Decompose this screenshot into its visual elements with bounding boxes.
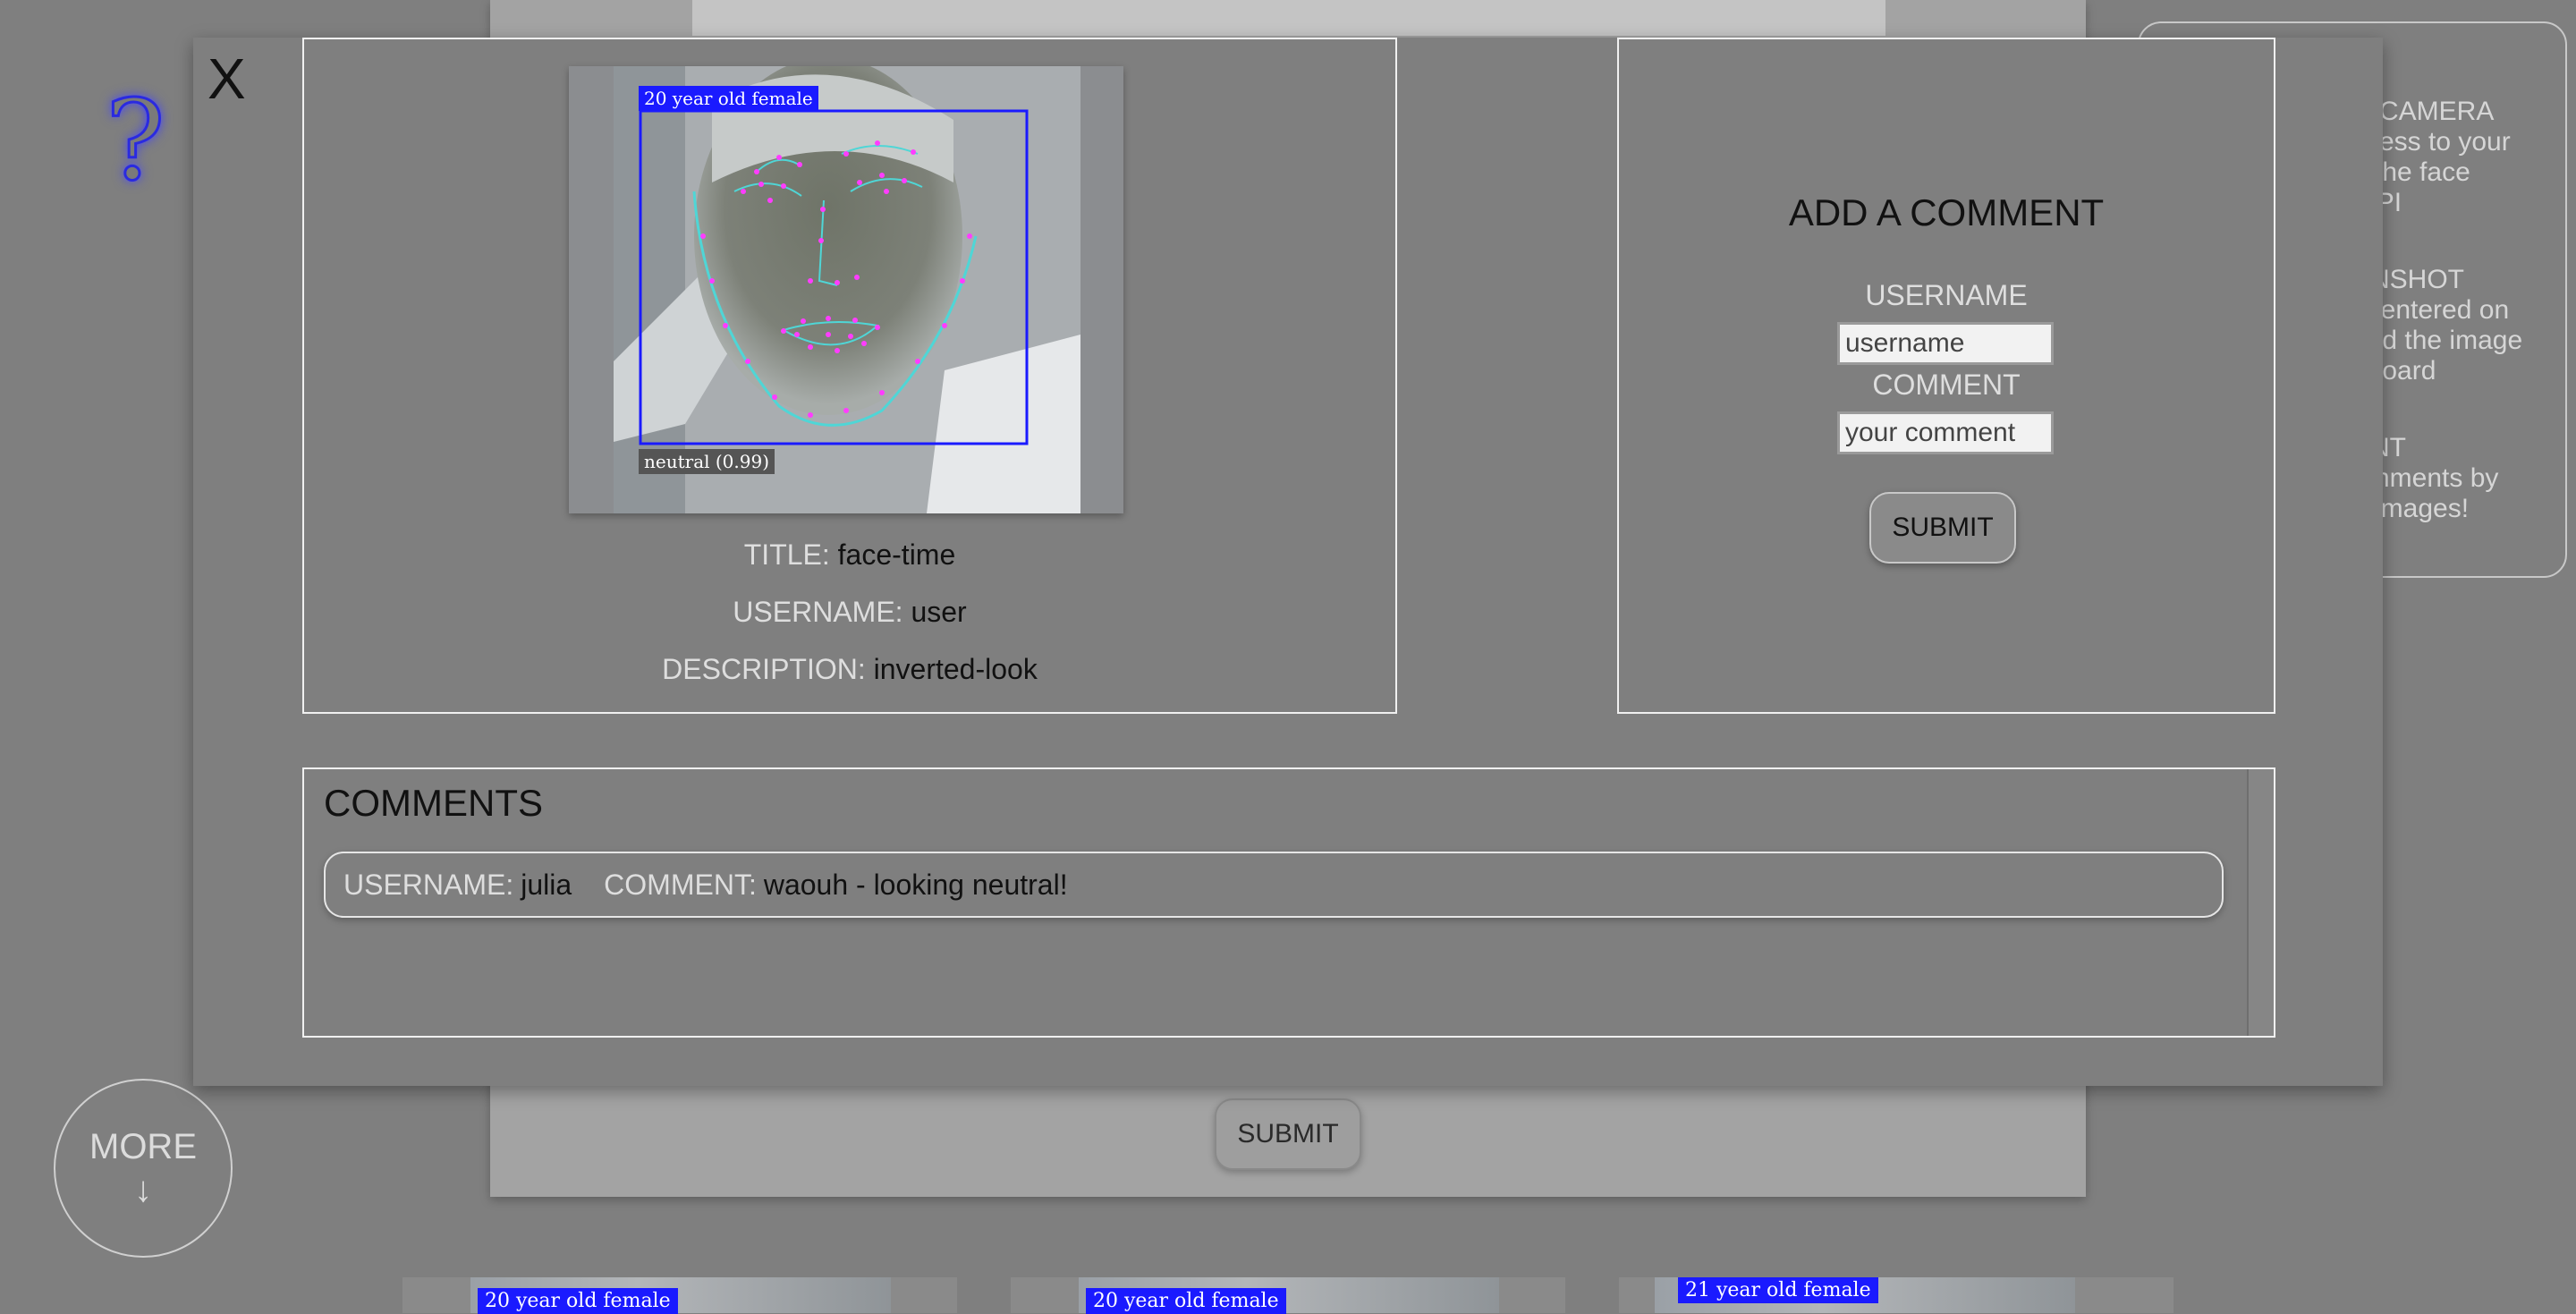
- submit-comment-button[interactable]: SUBMIT: [1869, 492, 2016, 564]
- background-video-strip: [692, 0, 1885, 36]
- gallery-thumbnail[interactable]: 20 year old female: [402, 1277, 957, 1314]
- username-input[interactable]: [1837, 322, 2054, 365]
- more-label: MORE: [89, 1127, 197, 1166]
- form-title: ADD A COMMENT: [1788, 191, 2105, 233]
- comment-label: COMMENT: [1872, 369, 2021, 401]
- description-row: DESCRIPTION: inverted-look: [304, 651, 1395, 687]
- comment-username-key: USERNAME:: [343, 868, 514, 901]
- thumbnail-age-tag: 21 year old female: [1678, 1277, 1878, 1303]
- comment-input[interactable]: [1837, 411, 2054, 454]
- background-submit-button[interactable]: SUBMIT: [1215, 1098, 1361, 1170]
- image-card: 20 year old female neutral (0.99) TITLE:…: [302, 38, 1397, 714]
- comments-scrollbar[interactable]: [2247, 769, 2274, 1036]
- gallery-thumbnail[interactable]: 21 year old female: [1619, 1277, 2174, 1313]
- comment-text: waouh - looking neutral!: [763, 868, 1068, 901]
- thumbnail-age-tag: 20 year old female: [478, 1288, 678, 1314]
- face-photo: 20 year old female neutral (0.99): [569, 66, 1123, 513]
- username-row: USERNAME: user: [304, 594, 1395, 630]
- image-detail-modal: X 20 year old female neutral (0.99) TITL…: [193, 38, 2383, 1086]
- gallery-thumbnail[interactable]: 20 year old female: [1011, 1277, 1565, 1314]
- description-key: DESCRIPTION:: [662, 653, 866, 685]
- comment-username: julia: [521, 868, 572, 901]
- description-value: inverted-look: [873, 653, 1038, 685]
- face-photo-drawing: [614, 66, 1080, 513]
- add-comment-form: ADD A COMMENT USERNAME COMMENT SUBMIT: [1617, 38, 2275, 714]
- comments-panel: COMMENTS USERNAME: julia COMMENT: waouh …: [302, 767, 2275, 1038]
- username-key: USERNAME:: [733, 596, 903, 628]
- help-question-icon[interactable]: ?: [104, 85, 166, 199]
- username-label: USERNAME: [1865, 279, 2028, 311]
- title-row: TITLE: face-time: [304, 537, 1395, 572]
- more-button[interactable]: MORE ↓: [54, 1079, 233, 1258]
- close-button[interactable]: X: [208, 50, 246, 107]
- emotion-tag: neutral (0.99): [639, 449, 775, 474]
- comment-text-key: COMMENT:: [604, 868, 757, 901]
- username-value: user: [911, 596, 967, 628]
- thumbnail-age-tag: 20 year old female: [1086, 1288, 1286, 1314]
- arrow-down-icon: ↓: [134, 1170, 152, 1209]
- age-gender-tag: 20 year old female: [639, 86, 818, 111]
- title-key: TITLE:: [743, 538, 830, 571]
- title-value: face-time: [837, 538, 956, 571]
- comment-item: USERNAME: julia COMMENT: waouh - looking…: [324, 852, 2224, 918]
- comments-title: COMMENTS: [324, 782, 543, 824]
